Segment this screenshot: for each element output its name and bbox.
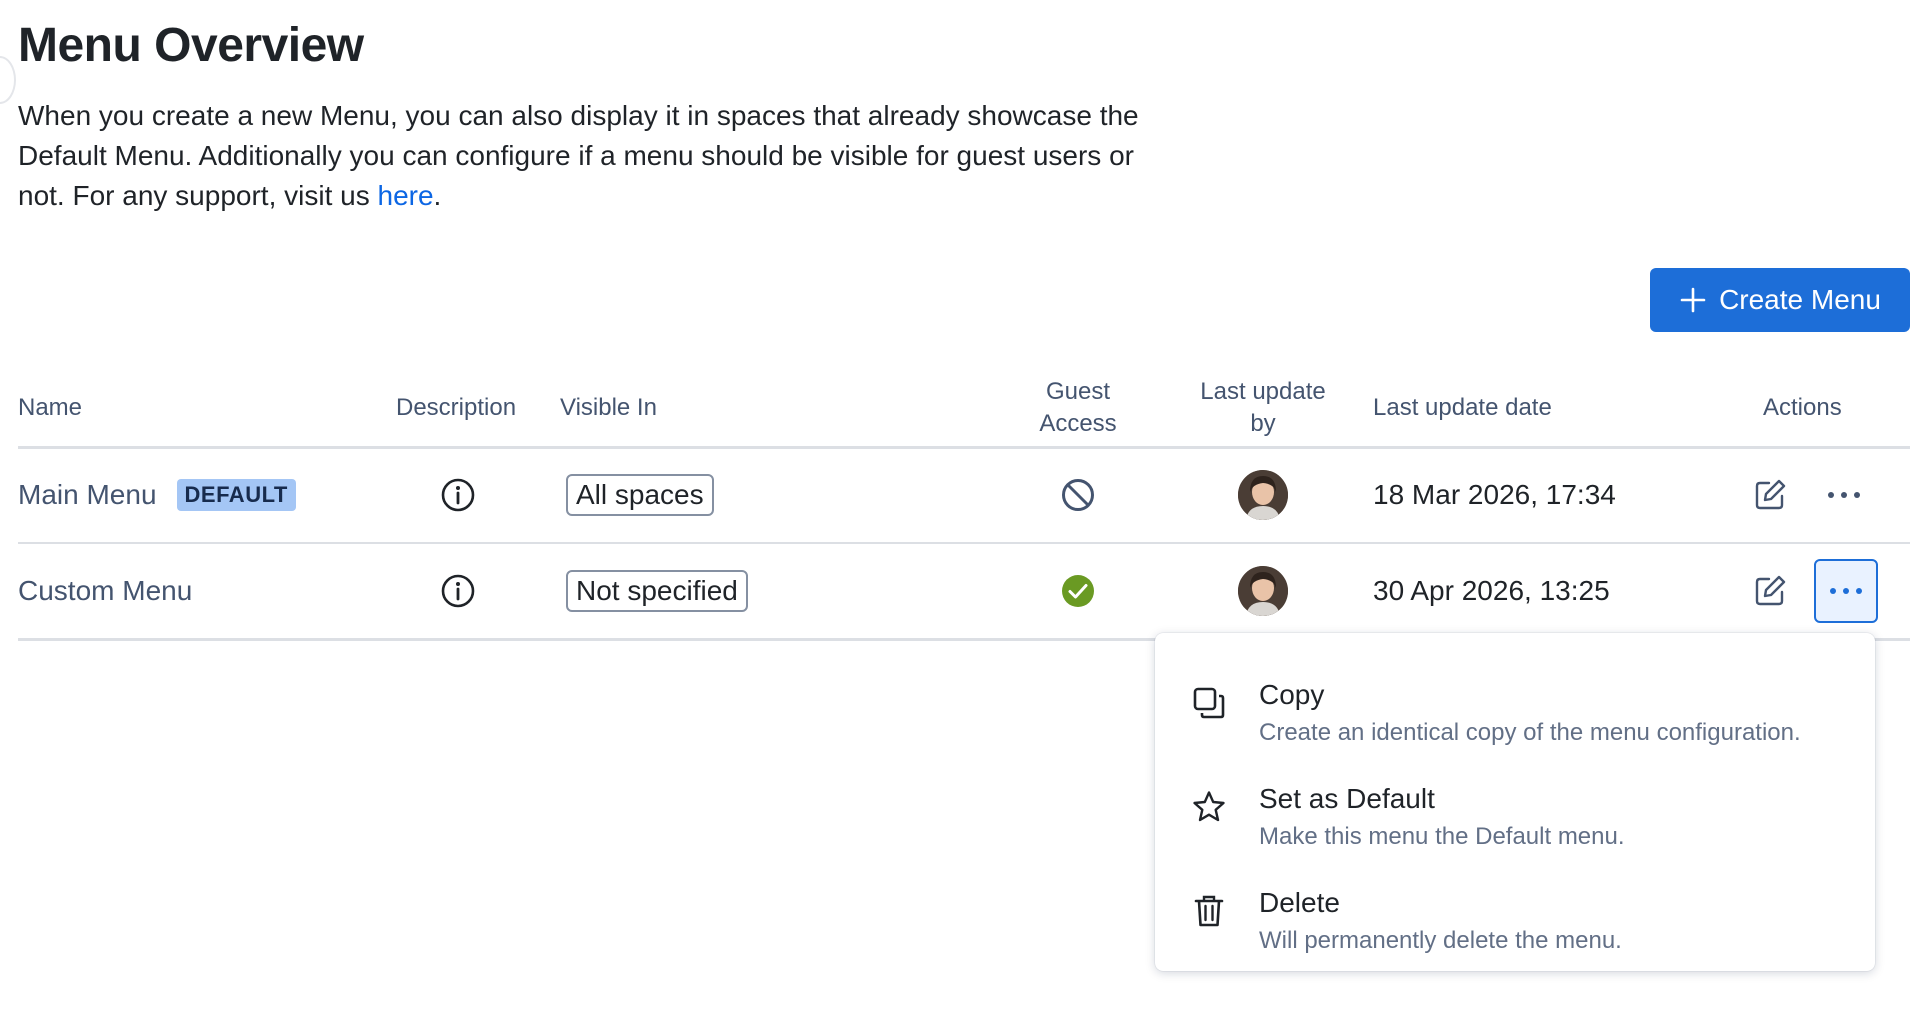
header-last-update-by-line2: by <box>1250 410 1276 437</box>
header-guest-access-line1: Guest <box>1045 378 1111 405</box>
menu-item-title: Delete <box>1259 887 1340 918</box>
info-icon[interactable] <box>440 573 476 609</box>
update-date: 30 Apr 2026, 13:25 <box>1373 575 1610 606</box>
support-link[interactable]: here <box>378 180 434 211</box>
menu-item-description: Will permanently delete the menu. <box>1259 927 1622 954</box>
menu-name: Main Menu <box>18 479 157 510</box>
trash-icon <box>1194 895 1224 927</box>
copy-icon <box>1193 687 1225 719</box>
menu-item-copy[interactable]: Copy Create an identical copy of the men… <box>1155 651 1875 755</box>
description-cell <box>440 544 476 638</box>
blocked-icon <box>1062 479 1094 511</box>
more-actions-button[interactable] <box>1814 559 1878 623</box>
last-update-by-cell <box>1238 544 1288 638</box>
table-header: Name Description Visible In Guest Access… <box>18 370 1910 449</box>
header-guest-access-line2: Access <box>1039 410 1117 437</box>
avatar[interactable] <box>1238 470 1288 520</box>
intro-end: . <box>433 180 442 211</box>
intro-body: When you create a new Menu, you can also… <box>18 100 1139 211</box>
last-update-date-cell: 18 Mar 2026, 17:34 <box>1373 448 1616 542</box>
menu-item-set-default[interactable]: Set as Default Make this menu the Defaul… <box>1155 755 1875 859</box>
table-row: Custom Menu Not specified 30 Apr 2026, 1… <box>18 544 1910 641</box>
header-name[interactable]: Name <box>18 392 82 424</box>
last-update-date-cell: 30 Apr 2026, 13:25 <box>1373 544 1610 638</box>
create-menu-label: Create Menu <box>1719 284 1881 315</box>
edit-button[interactable] <box>1740 465 1800 525</box>
menu-item-description: Make this menu the Default menu. <box>1259 823 1625 850</box>
edit-button[interactable] <box>1740 561 1800 621</box>
more-actions-button[interactable] <box>1814 465 1874 525</box>
header-visible-in: Visible In <box>560 394 657 421</box>
visible-in-tag: All spaces <box>566 474 714 516</box>
side-panel-handle[interactable] <box>0 56 16 104</box>
description-cell <box>440 448 476 542</box>
check-circle-icon <box>1062 575 1094 607</box>
edit-icon <box>1755 575 1786 606</box>
info-icon[interactable] <box>440 477 476 513</box>
actions-cell <box>1740 448 1874 542</box>
plus-icon <box>1680 287 1706 313</box>
more-icon <box>1828 492 1860 498</box>
name-cell: Main Menu DEFAULT <box>18 448 296 542</box>
header-guest-access: Guest Access <box>1028 376 1128 440</box>
header-actions: Actions <box>1763 394 1842 421</box>
visible-in-tag: Not specified <box>566 570 748 612</box>
visible-in-cell: Not specified <box>566 544 748 638</box>
menu-item-delete[interactable]: Delete Will permanently delete the menu. <box>1155 859 1875 963</box>
edit-icon <box>1755 479 1786 510</box>
avatar[interactable] <box>1238 566 1288 616</box>
menu-item-title: Copy <box>1259 679 1325 710</box>
table-row: Main Menu DEFAULT All spaces 18 Mar 2026… <box>18 448 1910 544</box>
star-icon <box>1193 791 1225 822</box>
actions-dropdown-menu: Copy Create an identical copy of the men… <box>1155 633 1875 971</box>
guest-access-cell <box>1060 544 1096 638</box>
last-update-by-cell <box>1238 448 1288 542</box>
create-menu-button[interactable]: Create Menu <box>1650 268 1910 332</box>
more-icon <box>1830 588 1862 594</box>
menu-item-description: Create an identical copy of the menu con… <box>1259 719 1801 746</box>
guest-access-cell <box>1060 448 1096 542</box>
header-last-update-by-line1: Last update <box>1200 378 1326 405</box>
visible-in-cell: All spaces <box>566 448 714 542</box>
header-description: Description <box>396 394 517 421</box>
name-cell: Custom Menu <box>18 544 192 638</box>
actions-cell <box>1740 544 1878 638</box>
menu-name: Custom Menu <box>18 575 193 606</box>
header-last-update-by: Last update by <box>1183 376 1343 440</box>
menu-item-title: Set as Default <box>1259 783 1435 814</box>
page-title: Menu Overview <box>18 19 364 72</box>
update-date: 18 Mar 2026, 17:34 <box>1373 479 1616 510</box>
intro-text: When you create a new Menu, you can also… <box>18 96 1168 216</box>
header-last-update-date[interactable]: Last update date <box>1373 392 1552 424</box>
default-badge: DEFAULT <box>176 479 296 511</box>
